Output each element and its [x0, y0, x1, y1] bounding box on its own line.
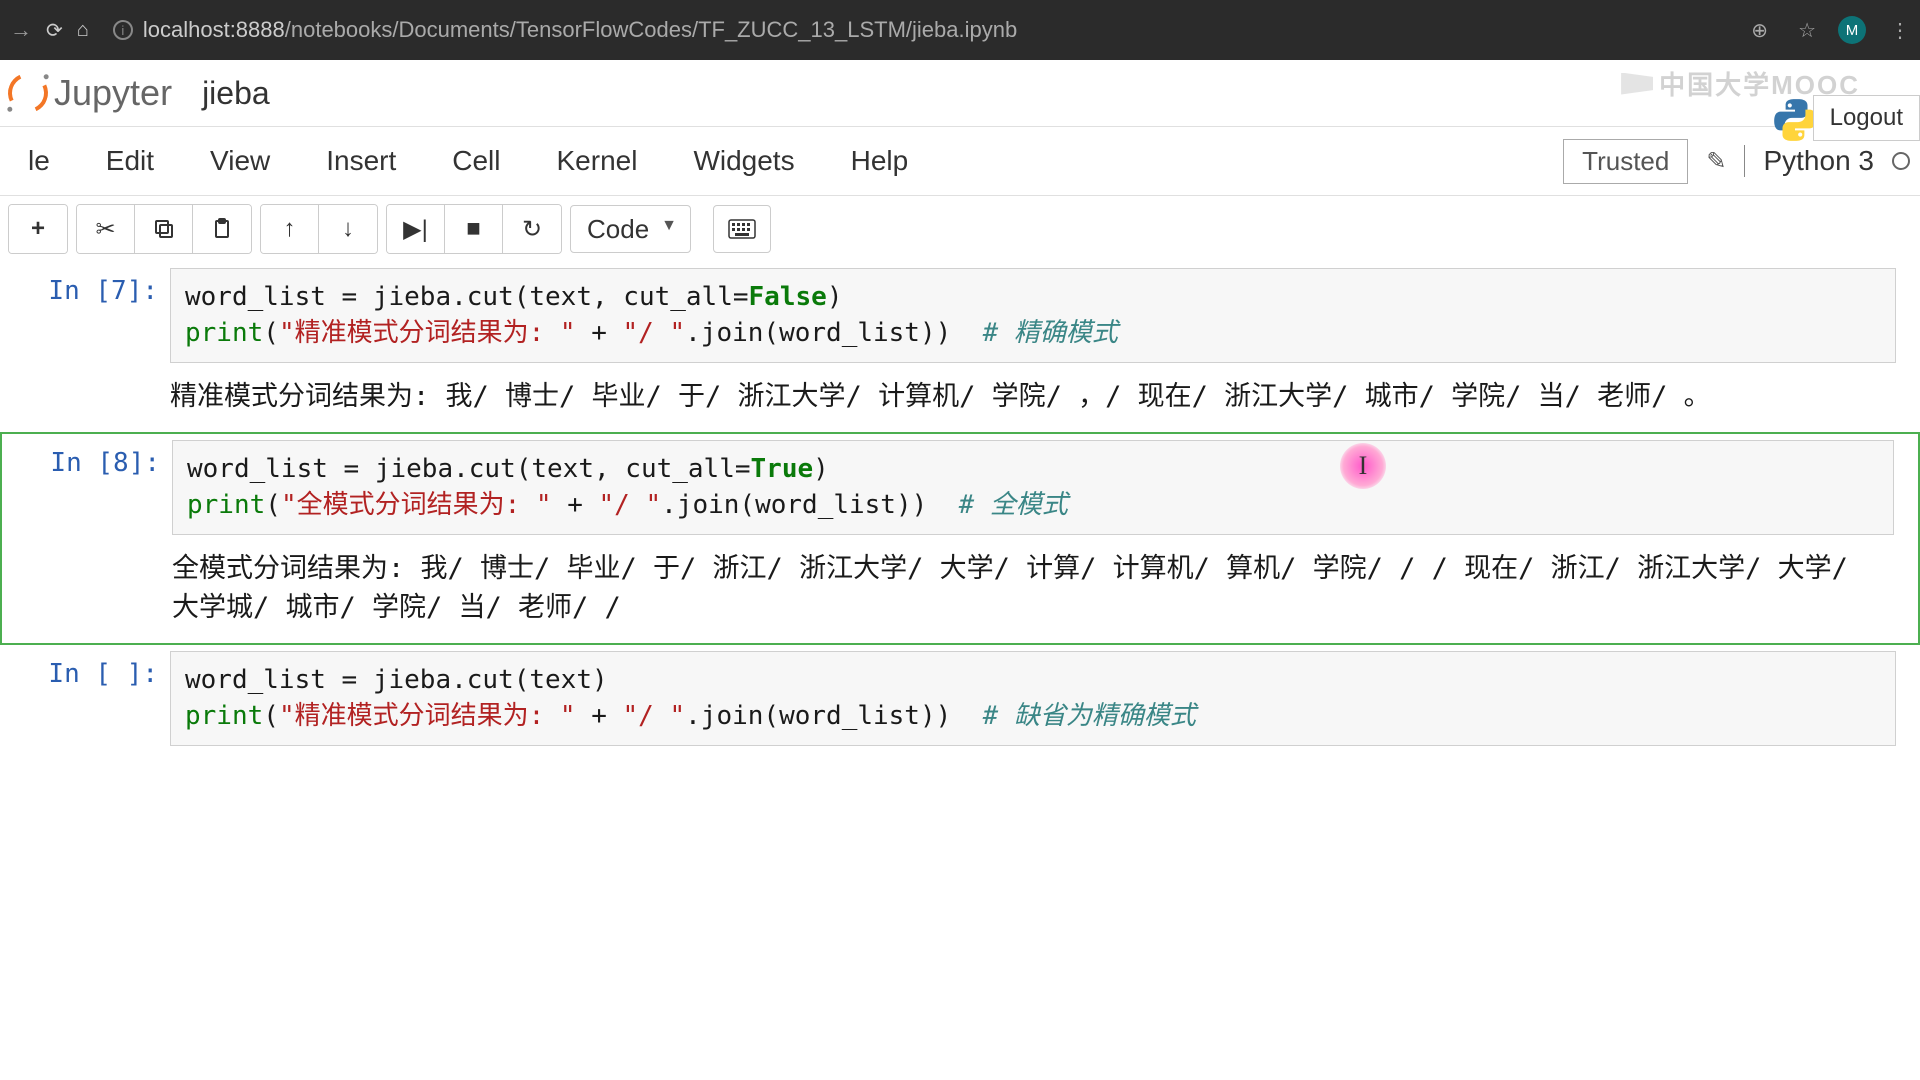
menu-cell[interactable]: Cell [424, 137, 528, 185]
restart-button[interactable]: ↻ [503, 205, 561, 253]
menu-right-section: Trusted ✎ Python 3 [1563, 139, 1920, 184]
menu-file[interactable]: le [0, 137, 78, 185]
paste-button[interactable] [193, 205, 251, 253]
cell-type-select[interactable]: Code [570, 205, 691, 253]
browser-menu-icon[interactable]: ⋮ [1890, 18, 1910, 43]
code-cell[interactable]: In [8]: word_list = jieba.cut(text, cut_… [0, 432, 1920, 645]
cell-output: 精准模式分词结果为: 我/ 博士/ 毕业/ 于/ 浙江大学/ 计算机/ 学院/ … [170, 363, 1896, 426]
cell-prompt: In [8]: [2, 440, 172, 637]
edit-pencil-icon[interactable]: ✎ [1706, 147, 1726, 176]
menu-help[interactable]: Help [823, 137, 937, 185]
trusted-indicator[interactable]: Trusted [1563, 139, 1688, 184]
cell-prompt: In [7]: [0, 268, 170, 426]
jupyter-logo-text: Jupyter [54, 72, 172, 114]
move-up-button[interactable]: ↑ [261, 205, 319, 253]
menu-kernel[interactable]: Kernel [529, 137, 666, 185]
cell-prompt: In [ ]: [0, 651, 170, 746]
code-input[interactable]: word_list = jieba.cut(text, cut_all=Fals… [170, 268, 1896, 363]
site-info-icon[interactable]: i [113, 20, 133, 40]
bookmark-star-icon[interactable]: ☆ [1798, 18, 1816, 43]
profile-avatar[interactable]: M [1838, 16, 1866, 44]
url-bar[interactable]: i localhost:8888/notebooks/Documents/Ten… [103, 17, 1729, 43]
forward-arrow-icon[interactable]: → [10, 17, 32, 43]
zoom-icon[interactable]: ⊕ [1751, 18, 1768, 43]
add-cell-button[interactable]: + [9, 205, 67, 253]
jupyter-logo-icon [2, 67, 53, 118]
cut-button[interactable]: ✂ [77, 205, 135, 253]
menu-bar: le Edit View Insert Cell Kernel Widgets … [0, 127, 1920, 196]
cell-output: 全模式分词结果为: 我/ 博士/ 毕业/ 于/ 浙江/ 浙江大学/ 大学/ 计算… [172, 535, 1894, 637]
menu-insert[interactable]: Insert [298, 137, 424, 185]
notebook-container[interactable]: In [7]: word_list = jieba.cut(text, cut_… [0, 262, 1920, 1062]
stop-button[interactable]: ■ [445, 205, 503, 253]
menu-view[interactable]: View [182, 137, 298, 185]
watermark-flag-icon [1621, 73, 1653, 95]
reload-icon[interactable]: ⟳ [46, 18, 63, 43]
code-cell[interactable]: In [ ]: word_list = jieba.cut(text) prin… [0, 645, 1920, 752]
copy-button[interactable] [135, 205, 193, 253]
kernel-status-icon [1892, 152, 1910, 170]
browser-chrome: → ⟳ ⌂ i localhost:8888/notebooks/Documen… [0, 0, 1920, 60]
run-button[interactable]: ▶| [387, 205, 445, 253]
url-path: /notebooks/Documents/TensorFlowCodes/TF_… [285, 17, 1017, 42]
notebook-name[interactable]: jieba [202, 75, 270, 112]
menu-edit[interactable]: Edit [78, 137, 182, 185]
code-cell[interactable]: In [7]: word_list = jieba.cut(text, cut_… [0, 262, 1920, 432]
home-icon[interactable]: ⌂ [77, 19, 89, 42]
jupyter-logo[interactable]: Jupyter [8, 72, 172, 114]
command-palette-button[interactable] [713, 205, 771, 253]
move-down-button[interactable]: ↓ [319, 205, 377, 253]
url-host: localhost:8888 [143, 17, 285, 42]
divider [1744, 145, 1745, 177]
code-input[interactable]: word_list = jieba.cut(text, cut_all=True… [172, 440, 1894, 535]
logout-button[interactable]: Logout [1813, 95, 1920, 141]
code-input[interactable]: word_list = jieba.cut(text) print("精准模式分… [170, 651, 1896, 746]
jupyter-header: Jupyter jieba 中国大学MOOC Logout [0, 60, 1920, 127]
toolbar: + ✂ ↑ ↓ ▶| ■ ↻ Code [0, 196, 1920, 262]
menu-widgets[interactable]: Widgets [665, 137, 822, 185]
